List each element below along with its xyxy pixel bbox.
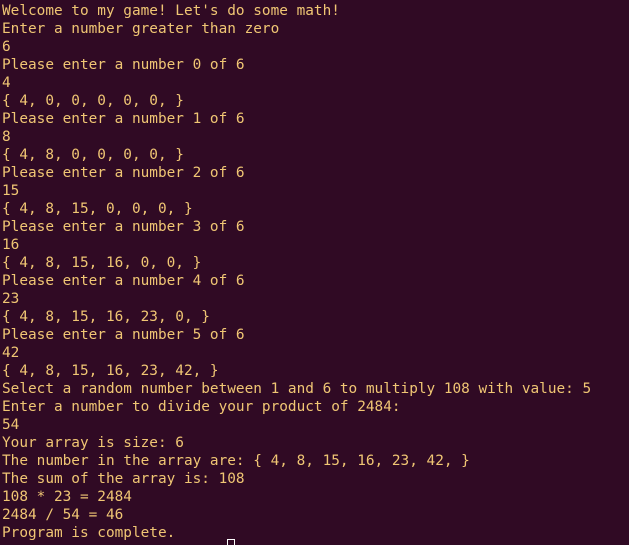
terminal-line: Please enter a number 0 of 6 [2,57,245,73]
terminal-line: Please enter a number 1 of 6 [2,111,245,127]
terminal-line: 16 [2,237,20,253]
terminal-line: { 4, 8, 0, 0, 0, 0, } [2,147,184,163]
terminal-line: { 4, 0, 0, 0, 0, 0, } [2,93,184,109]
terminal-line: Enter a number to divide your product of… [2,399,401,415]
terminal-line: 4 [2,75,11,91]
terminal-line: 15 [2,183,20,199]
terminal-line: 108 * 23 = 2484 [2,489,132,505]
terminal-line: Your array is size: 6 [2,435,184,451]
terminal-cursor [227,539,235,545]
terminal-line: { 4, 8, 15, 0, 0, 0, } [2,201,193,217]
terminal-line: Select a random number between 1 and 6 t… [2,381,592,397]
terminal-line: Program is complete. [2,525,176,541]
terminal-window[interactable]: Welcome to my game! Let's do some math! … [0,0,629,545]
terminal-line: 6 [2,39,11,55]
terminal-line: { 4, 8, 15, 16, 23, 0, } [2,309,210,325]
terminal-line: { 4, 8, 15, 16, 0, 0, } [2,255,202,271]
terminal-line: 8 [2,129,11,145]
terminal-line: Please enter a number 3 of 6 [2,219,245,235]
terminal-line: Please enter a number 5 of 6 [2,327,245,343]
terminal-line: Welcome to my game! Let's do some math! [2,3,340,19]
terminal-line: 42 [2,345,20,361]
terminal-line: Please enter a number 2 of 6 [2,165,245,181]
terminal-line: 2484 / 54 = 46 [2,507,124,523]
terminal-line: 23 [2,291,20,307]
terminal-line: 54 [2,417,20,433]
terminal-line: Enter a number greater than zero [2,21,280,37]
terminal-line: Please enter a number 4 of 6 [2,273,245,289]
terminal-line: { 4, 8, 15, 16, 23, 42, } [2,363,219,379]
terminal-line: The number in the array are: { 4, 8, 15,… [2,453,470,469]
terminal-line: The sum of the array is: 108 [2,471,245,487]
